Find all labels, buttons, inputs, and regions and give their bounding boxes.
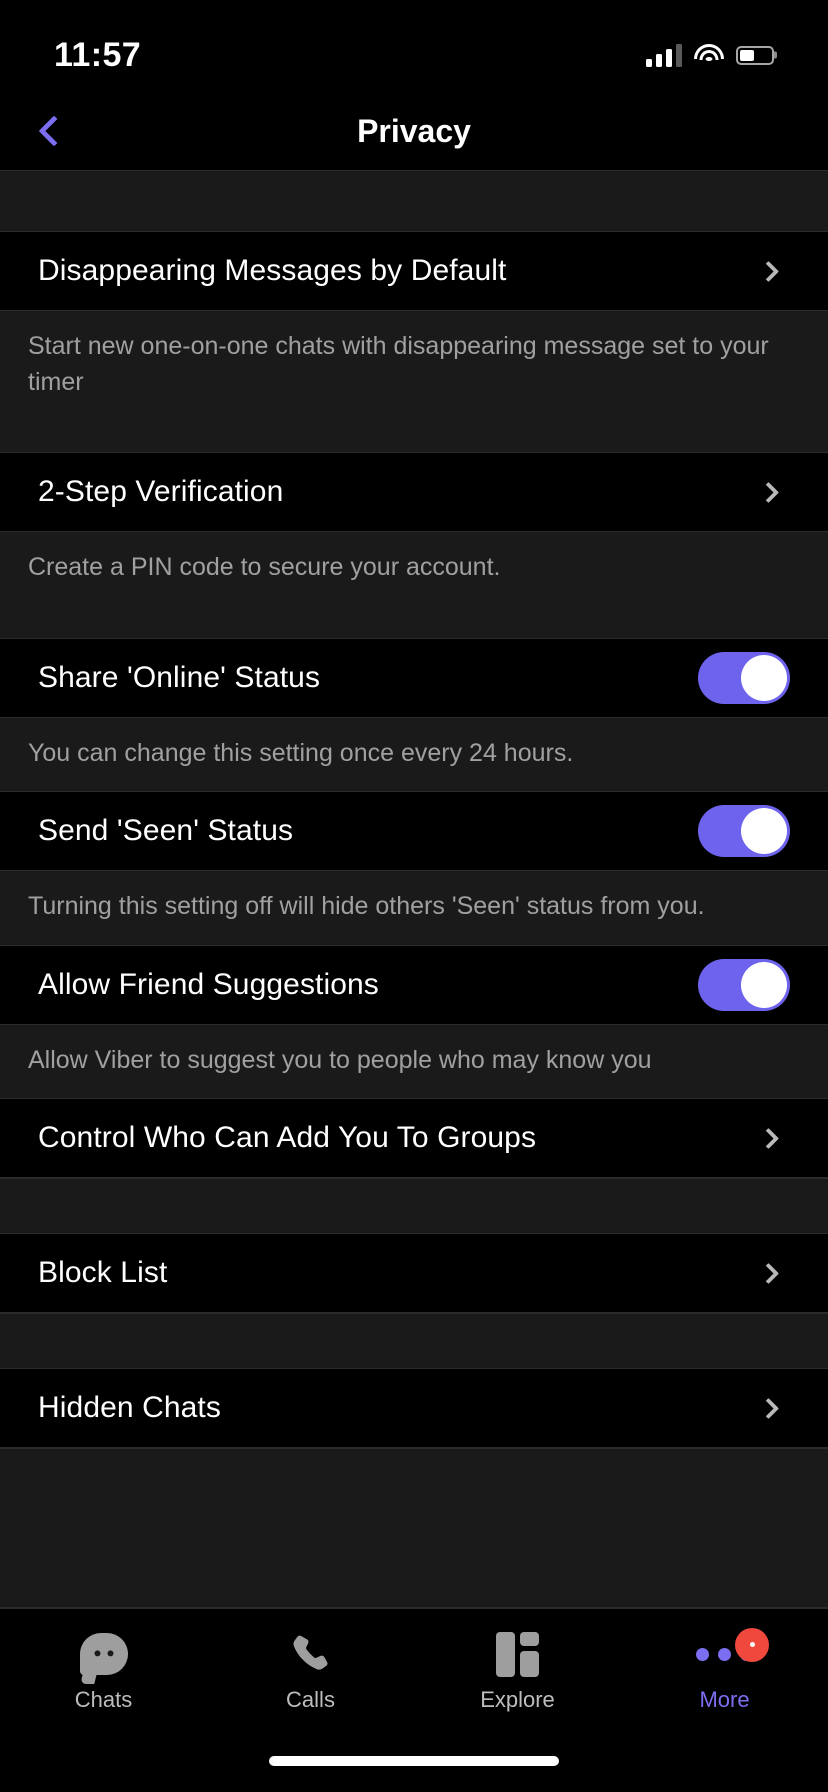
settings-row-2-step-verification[interactable]: 2-Step Verification: [0, 453, 828, 532]
tab-label-chats: Chats: [74, 1687, 133, 1712]
row-label: Send 'Seen' Status: [38, 814, 294, 847]
home-indicator[interactable]: [269, 1756, 559, 1766]
status-bar-time: 11:57: [54, 35, 142, 74]
chat-bubble-icon: [79, 1631, 128, 1677]
tab-calls[interactable]: Calls: [207, 1631, 414, 1713]
toggle-send-seen-status[interactable]: [698, 805, 790, 857]
tab-more[interactable]: More: [621, 1627, 828, 1713]
settings-row-send-seen-status[interactable]: Send 'Seen' Status: [0, 792, 828, 871]
status-bar-indicators: [646, 43, 777, 67]
list-bottom-filler: [0, 1448, 828, 1608]
chevron-left-icon: [38, 115, 70, 147]
wifi-icon: [694, 44, 724, 66]
row-label: 2-Step Verification: [38, 475, 284, 508]
row-label: Block List: [38, 1256, 168, 1289]
chevron-right-icon: [757, 1127, 780, 1149]
bottom-tab-bar: Chats Calls Explore More: [0, 1608, 828, 1750]
settings-row-hidden-chats[interactable]: Hidden Chats: [0, 1369, 828, 1448]
three-dots-icon: [696, 1627, 769, 1677]
chevron-right-icon: [757, 1262, 780, 1284]
cellular-signal-icon: [646, 43, 682, 67]
row-label: Hidden Chats: [38, 1391, 221, 1424]
row-label: Share 'Online' Status: [38, 660, 321, 694]
row-label: Control Who Can Add You To Groups: [38, 1121, 537, 1154]
row-description: Start new one-on-one chats with disappea…: [0, 311, 828, 453]
row-label: Disappearing Messages by Default: [38, 254, 507, 287]
settings-list[interactable]: Disappearing Messages by Default Start n…: [0, 170, 828, 1608]
row-description: You can change this setting once every 2…: [0, 717, 828, 792]
chevron-right-icon: [757, 481, 780, 503]
toggle-knob: [741, 808, 787, 854]
phone-handset-icon: [289, 1631, 333, 1677]
notification-badge: [735, 1627, 769, 1662]
settings-row-share-online-status[interactable]: Share 'Online' Status: [0, 638, 828, 718]
page-title: Privacy: [357, 112, 471, 149]
back-button[interactable]: [14, 92, 94, 170]
toggle-allow-friend-suggestions[interactable]: [698, 958, 790, 1011]
tab-label-explore: Explore: [480, 1687, 555, 1712]
app-screen: 11:57 Privacy Disappearing Messages by D…: [0, 0, 828, 1792]
grid-tiles-icon: [495, 1631, 540, 1677]
chevron-right-icon: [757, 1397, 780, 1419]
section-spacer: [0, 1178, 828, 1234]
tab-label-calls: Calls: [286, 1687, 335, 1712]
toggle-knob: [741, 961, 787, 1008]
settings-row-allow-friend-suggestions[interactable]: Allow Friend Suggestions: [0, 945, 828, 1025]
section-spacer: [0, 170, 828, 232]
settings-row-control-who-can-add-you-to-groups[interactable]: Control Who Can Add You To Groups: [0, 1099, 828, 1178]
section-spacer: [0, 1313, 828, 1369]
navigation-bar: Privacy: [0, 92, 828, 170]
battery-icon: [736, 45, 777, 65]
status-bar: 11:57: [0, 0, 828, 92]
toggle-share-online-status[interactable]: [698, 651, 790, 704]
tab-explore[interactable]: Explore: [414, 1631, 621, 1713]
row-description: Allow Viber to suggest you to people who…: [0, 1024, 828, 1099]
tab-chats[interactable]: Chats: [0, 1631, 207, 1713]
row-description: Turning this setting off will hide other…: [0, 871, 828, 946]
row-description: Create a PIN code to secure your account…: [0, 532, 828, 639]
settings-row-block-list[interactable]: Block List: [0, 1234, 828, 1313]
home-indicator-area: [0, 1750, 828, 1792]
chevron-right-icon: [757, 260, 780, 282]
toggle-knob: [741, 654, 787, 701]
row-label: Allow Friend Suggestions: [38, 967, 379, 1001]
tab-label-more: More: [699, 1687, 750, 1712]
settings-row-disappearing-messages[interactable]: Disappearing Messages by Default: [0, 232, 828, 311]
